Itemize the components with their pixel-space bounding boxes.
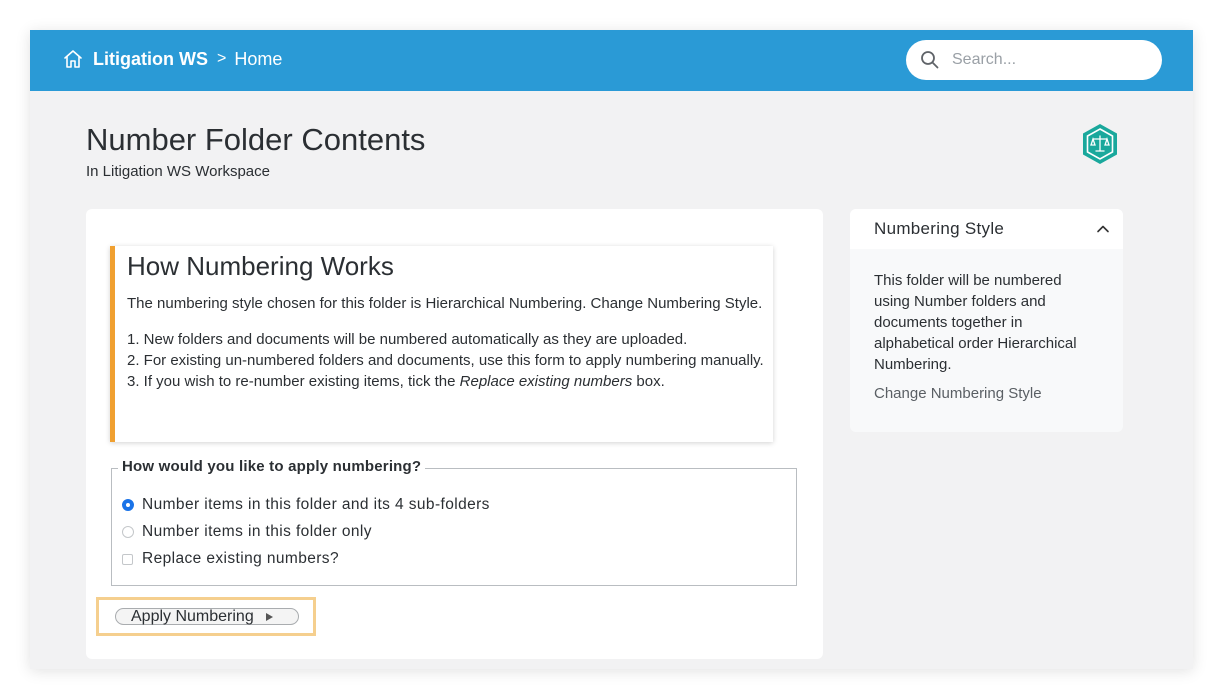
numbering-style-panel: Numbering Style This folder will be numb…: [850, 209, 1123, 432]
option-label: Number items in this folder and its 4 su…: [142, 496, 490, 513]
scales-badge-icon: [1081, 123, 1119, 165]
apply-button-highlight: Apply Numbering: [96, 597, 316, 636]
numbering-style-description: This folder will be numbered using Numbe…: [874, 272, 1077, 373]
replace-numbers-checkbox[interactable]: [122, 553, 133, 565]
play-icon: [265, 612, 273, 621]
info-step-3-text: 3. If you wish to re-number existing ite…: [127, 373, 460, 390]
option-replace-numbers[interactable]: Replace existing numbers?: [122, 550, 339, 568]
numbering-style-header[interactable]: Numbering Style: [850, 209, 1123, 249]
how-numbering-works-panel: How Numbering Works The numbering style …: [110, 246, 773, 442]
change-numbering-style-link[interactable]: Change Numbering Style: [874, 385, 1042, 402]
home-icon[interactable]: [62, 48, 84, 70]
breadcrumb-separator: >: [216, 50, 227, 67]
search-box[interactable]: [906, 40, 1162, 80]
app-window: Litigation WS > Home Number Folder Conte…: [30, 30, 1193, 669]
info-step-3: 3. If you wish to re-number existing ite…: [127, 371, 767, 392]
info-steps: 1. New folders and documents will be num…: [127, 329, 767, 392]
info-step-1: 1. New folders and documents will be num…: [127, 331, 688, 348]
info-intro: The numbering style chosen for this fold…: [127, 295, 763, 312]
main-card: How Numbering Works The numbering style …: [86, 209, 823, 659]
numbering-style-title: Numbering Style: [874, 219, 1005, 238]
chevron-up-icon[interactable]: [1096, 222, 1110, 234]
page-subtitle: In Litigation WS Workspace: [86, 163, 270, 180]
top-bar: Litigation WS > Home: [30, 30, 1193, 91]
breadcrumb: Litigation WS > Home: [62, 48, 282, 70]
breadcrumb-workspace[interactable]: Litigation WS: [93, 49, 208, 70]
info-heading: How Numbering Works: [127, 251, 394, 281]
radio-folder-only[interactable]: [122, 526, 134, 538]
fieldset-legend: How would you like to apply numbering?: [118, 458, 426, 475]
option-folder-and-subfolders[interactable]: Number items in this folder and its 4 su…: [122, 496, 490, 514]
search-input[interactable]: [950, 50, 1144, 70]
breadcrumb-home[interactable]: Home: [234, 49, 282, 70]
option-folder-only[interactable]: Number items in this folder only: [122, 523, 372, 541]
apply-button-label: Apply Numbering: [131, 607, 254, 625]
option-label: Number items in this folder only: [142, 523, 372, 540]
page-title: Number Folder Contents: [86, 122, 426, 157]
search-icon: [920, 50, 940, 70]
apply-numbering-button[interactable]: Apply Numbering: [115, 608, 299, 625]
info-step-2: 2. For existing un-numbered folders and …: [127, 352, 764, 369]
info-step-3-end: box.: [632, 373, 665, 390]
option-label: Replace existing numbers?: [142, 550, 339, 567]
info-step-3-emphasis: Replace existing numbers: [459, 373, 633, 390]
radio-folder-and-subfolders[interactable]: [122, 499, 134, 511]
numbering-options-fieldset: How would you like to apply numbering? N…: [111, 458, 797, 586]
